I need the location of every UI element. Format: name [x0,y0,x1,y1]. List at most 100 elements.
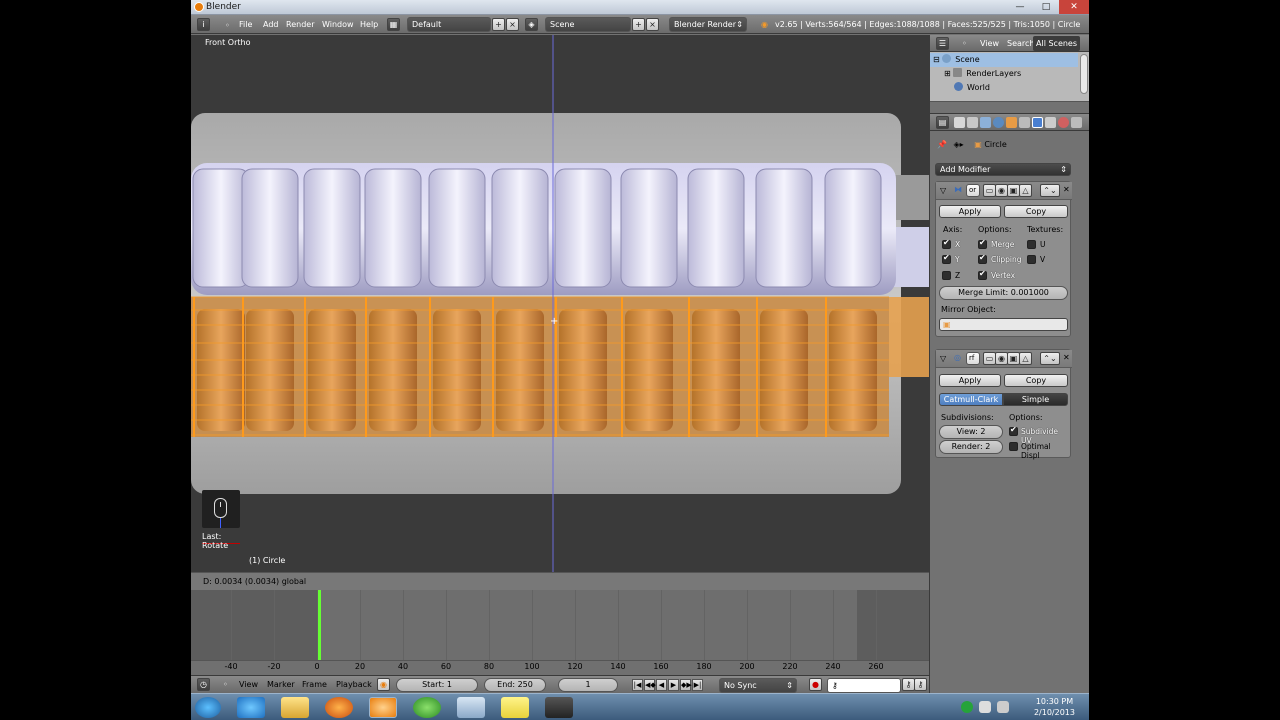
properties-editor-type-icon[interactable]: ▤ [936,116,949,129]
screen-layout-field[interactable]: Default [407,17,491,32]
sync-dropdown[interactable]: No Sync ⇕ [719,678,797,693]
blender-taskbar-icon[interactable] [369,697,397,718]
timeline-editor-type-icon[interactable]: ◷ [197,678,210,691]
remove-modifier-icon[interactable]: ✕ [1063,353,1070,362]
explorer-folder-icon[interactable] [281,697,309,718]
outliner-scrollbar[interactable] [1080,54,1088,94]
merge-limit-field[interactable]: Merge Limit: 0.001000 [939,286,1068,300]
timeline-menu-view[interactable]: View [239,678,258,692]
remove-layout-icon[interactable]: × [506,18,519,31]
axis-z-checkbox[interactable] [942,271,951,280]
data-tab-icon[interactable] [1045,117,1056,128]
outliner-row-world[interactable]: World [930,81,1078,95]
render-engine-dropdown[interactable]: Blender Render ⇕ [669,17,747,32]
mirror-copy-button[interactable]: Copy [1004,205,1068,218]
mirror-modifier-name-field[interactable]: or [966,184,980,197]
texture-u-checkbox[interactable] [1027,240,1036,249]
outliner-row-renderlayers[interactable]: ⊞ RenderLayers [930,67,1078,81]
world-tab-icon[interactable] [993,117,1004,128]
camera-app-icon[interactable] [545,697,573,718]
display-mode-all-scenes[interactable]: All Scenes [1033,36,1081,51]
outliner-editor-type-icon[interactable]: ☰ [936,37,949,50]
current-frame-cursor[interactable] [318,590,322,662]
skype-tray-icon[interactable] [961,701,973,713]
timeline-menu-frame[interactable]: Frame [302,678,327,692]
menu-file[interactable]: File [239,17,252,32]
subsurf-copy-button[interactable]: Copy [1004,374,1068,387]
add-layout-icon[interactable]: + [492,18,505,31]
scene-icon[interactable]: ◈ [525,18,538,31]
mirror-object-field[interactable]: ▣ [939,318,1068,331]
subsurf-apply-button[interactable]: Apply [939,374,1001,387]
expand-icon[interactable]: ⊟ [933,55,942,64]
outliner[interactable]: ⊟ Scene ⊞ RenderLayers World [930,52,1089,102]
close-button[interactable]: ✕ [1059,0,1089,14]
firefox-icon[interactable] [325,697,353,718]
vertex-groups-checkbox[interactable] [978,269,987,280]
axis-x-checkbox[interactable] [942,238,951,249]
start-button-icon[interactable] [195,697,221,718]
render-layers-tab-icon[interactable] [967,117,978,128]
volume-tray-icon[interactable] [997,701,1009,713]
menu-add[interactable]: Add [263,17,279,32]
remove-scene-icon[interactable]: × [646,18,659,31]
utorrent-icon[interactable] [413,697,441,718]
network-tray-icon[interactable] [979,701,991,713]
move-up-down-icon[interactable]: ⌃⌄ [1040,184,1060,197]
jump-end-icon[interactable]: ▶| [692,679,703,691]
subdivide-uv-checkbox[interactable] [1009,425,1018,436]
keyframe-delete-icon[interactable]: ⚷ [914,678,927,691]
object-tab-icon[interactable] [1006,117,1017,128]
clock[interactable]: 10:30 PM 2/10/2013 [1034,696,1075,718]
material-tab-icon[interactable] [1058,117,1069,128]
next-key-icon[interactable]: ◆▶ [680,679,692,691]
play-icon[interactable]: ▶ [668,679,679,691]
optimal-display-checkbox[interactable] [1009,442,1018,451]
keying-icon[interactable]: ◉ [377,678,390,691]
mirror-apply-button[interactable]: Apply [939,205,1001,218]
subsurf-modifier-name-field[interactable]: rf [966,352,980,365]
internet-explorer-icon[interactable] [237,697,265,718]
catmull-clark-toggle[interactable]: Catmull-Clark [939,393,1003,406]
timeline-menu-marker[interactable]: Marker [267,678,295,692]
clipping-checkbox[interactable] [978,253,987,264]
timeline-area[interactable] [191,590,929,662]
pin-icon[interactable]: 📌 [937,140,947,149]
keying-set-field[interactable]: ⚷ [827,678,901,693]
minimize-button[interactable]: — [1007,0,1033,14]
record-icon[interactable]: ● [809,678,822,691]
timeline-editor[interactable]: -40 -20 0 20 40 60 80 100 120 140 160 180 200 220 240 2… [191,590,929,675]
current-frame-field[interactable]: 1 [558,678,618,692]
axis-y-checkbox[interactable] [942,253,951,264]
prev-key-icon[interactable]: ◀◆ [644,679,656,691]
expand-icon[interactable]: ⊞ [944,69,953,78]
play-reverse-icon[interactable]: ◀ [656,679,667,691]
timeline-menu-playback[interactable]: Playback [336,678,372,692]
modifiers-tab-icon[interactable] [1032,117,1043,128]
add-modifier-dropdown[interactable]: Add Modifier ⇕ [935,163,1071,176]
scene-field[interactable]: Scene [545,17,631,32]
3d-viewport[interactable]: + Front Ortho Last: Rotate (1) Circle [191,35,929,572]
view-levels-field[interactable]: View: 2 [939,425,1003,439]
simple-toggle[interactable]: Simple [1003,393,1068,406]
texture-v-checkbox[interactable] [1027,255,1036,264]
outliner-menu-view[interactable]: View [980,36,999,51]
editor-type-icon[interactable]: i [197,18,210,31]
viewport-canvas[interactable]: + [191,35,929,572]
collapse-arrow-icon[interactable]: ▽ [940,354,946,363]
menu-help[interactable]: Help [360,17,378,32]
taskbar-app-icon[interactable] [457,697,485,718]
maximize-button[interactable]: □ [1033,0,1059,14]
sticky-notes-icon[interactable] [501,697,529,718]
end-frame-field[interactable]: End: 250 [484,678,546,692]
remove-modifier-icon[interactable]: ✕ [1063,185,1070,194]
add-scene-icon[interactable]: + [632,18,645,31]
move-up-down-icon[interactable]: ⌃⌄ [1040,352,1060,365]
layout-grid-icon[interactable]: ▦ [387,18,400,31]
constraints-tab-icon[interactable] [1019,117,1030,128]
render-levels-field[interactable]: Render: 2 [939,440,1003,454]
cage-toggle-icon[interactable]: △ [1019,352,1032,365]
menu-window[interactable]: Window [322,17,354,32]
cage-toggle-icon[interactable]: △ [1019,184,1032,197]
scene-tab-icon[interactable] [980,117,991,128]
